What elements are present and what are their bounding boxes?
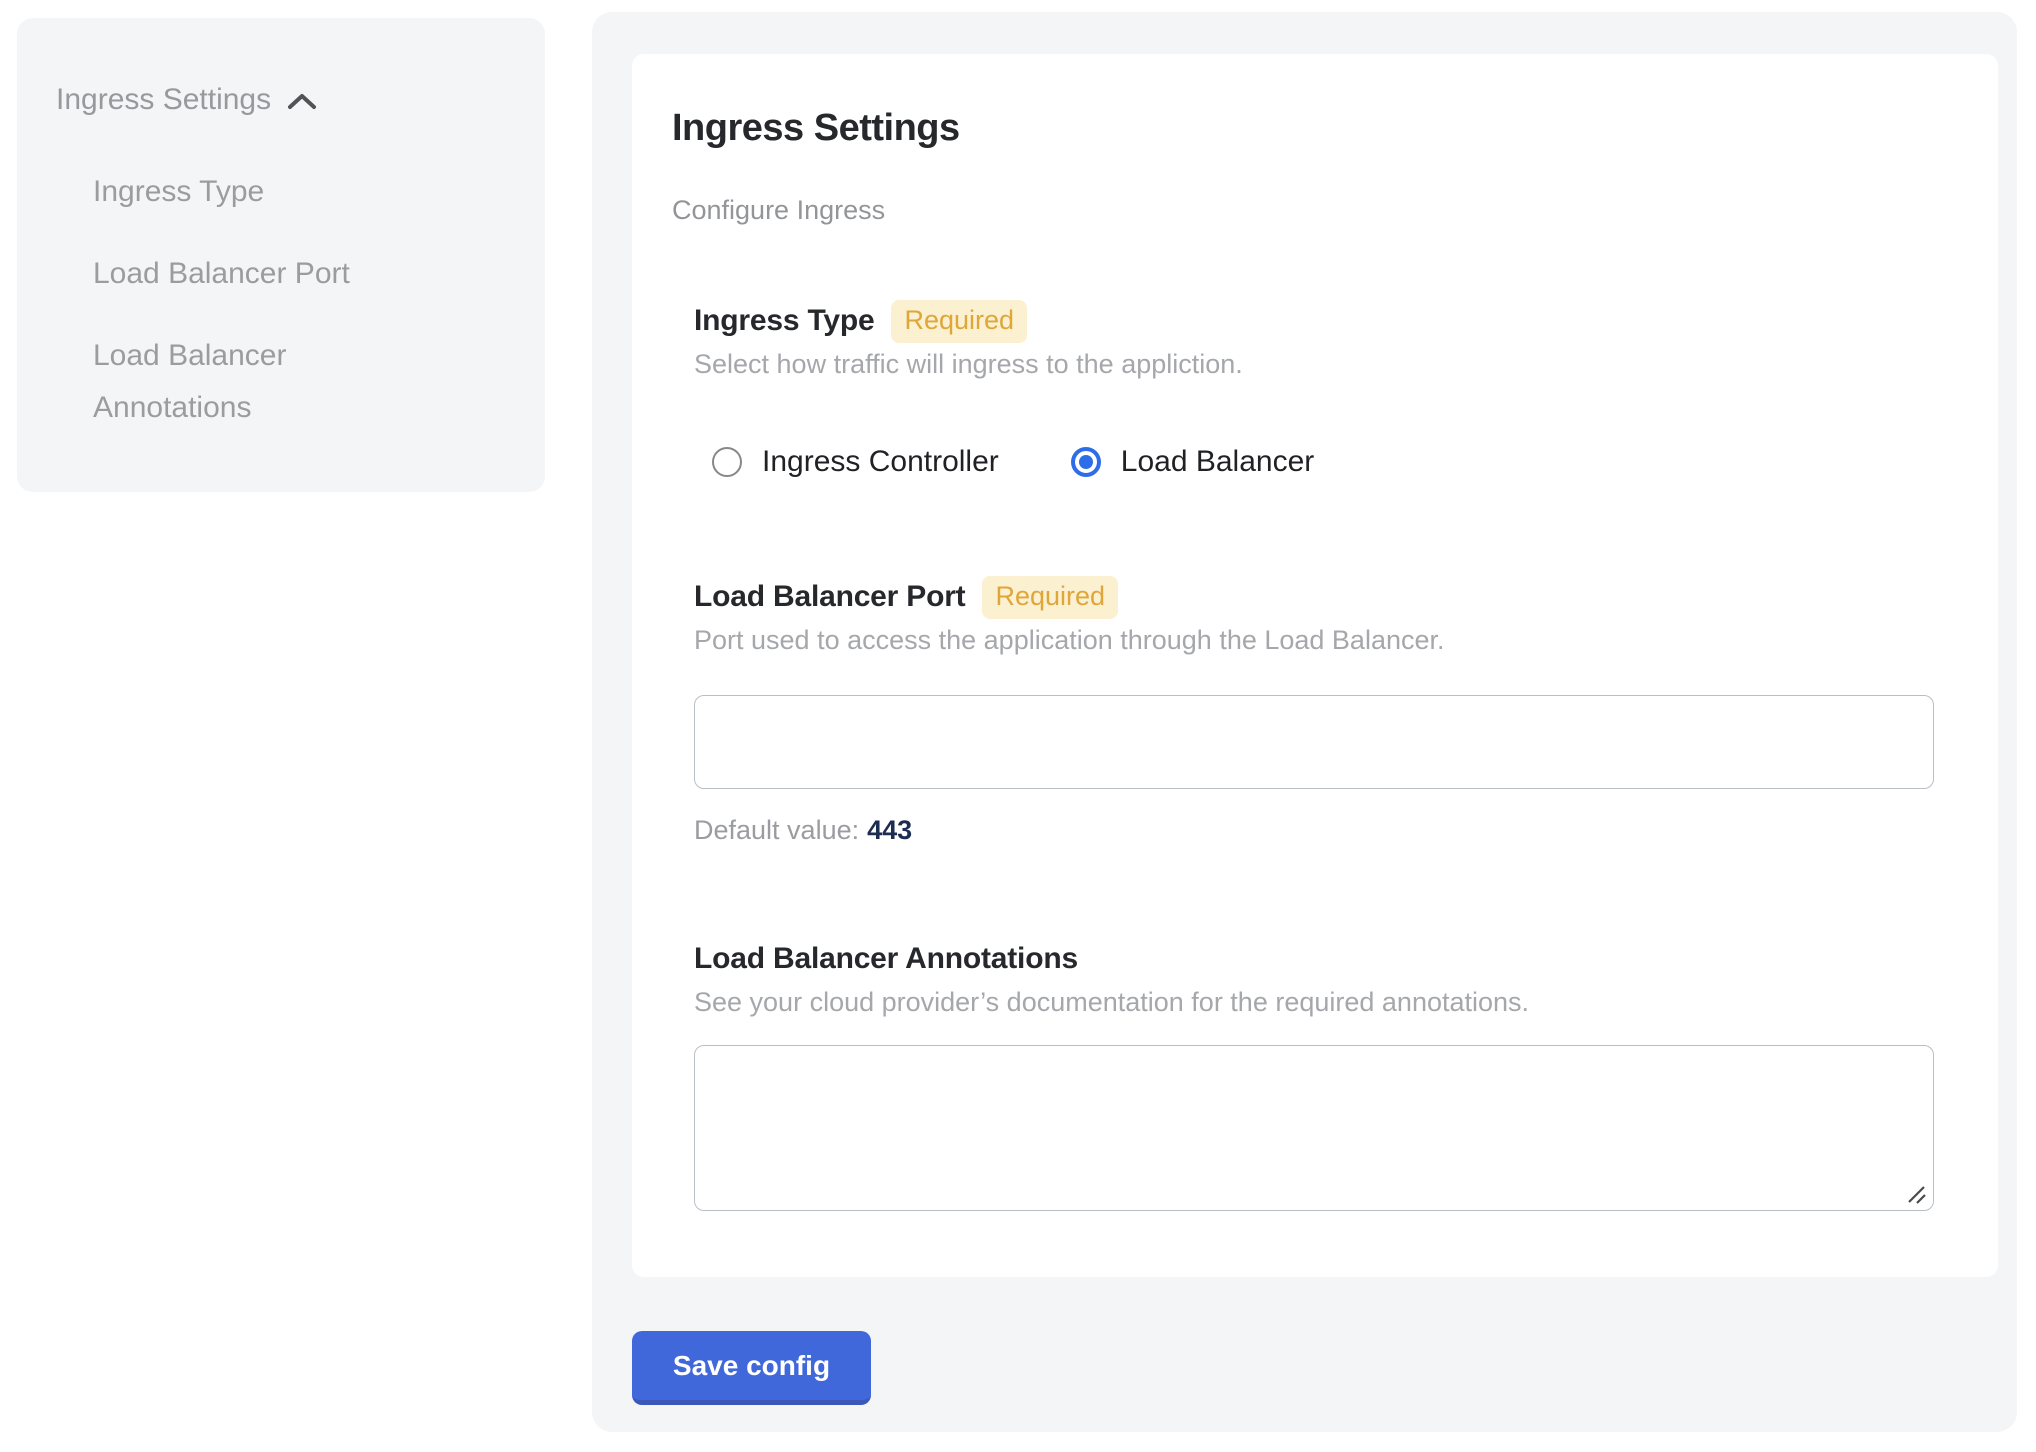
sidebar-item-load-balancer-annotations[interactable]: Load Balancer Annotations [93, 330, 403, 434]
page-subtitle: Configure Ingress [672, 192, 1998, 228]
chevron-up-icon [287, 90, 317, 110]
ingress-settings-card: Ingress Settings Configure Ingress Ingre… [632, 54, 1998, 1277]
ingress-type-label: Ingress Type [694, 304, 874, 338]
lb-annotations-label: Load Balancer Annotations [694, 942, 1078, 976]
default-value-label: Default value: [694, 815, 859, 845]
lb-port-default-row: Default value: 443 [694, 812, 1934, 848]
ingress-type-label-row: Ingress Type Required [694, 300, 1934, 342]
radio-option-load-balancer[interactable]: Load Balancer [1071, 445, 1314, 479]
lb-port-description: Port used to access the application thro… [694, 622, 1934, 658]
sidebar-section-label: Ingress Settings [56, 80, 271, 120]
lb-annotations-description: See your cloud provider’s documentation … [694, 984, 1934, 1020]
sidebar-section-ingress-settings[interactable]: Ingress Settings [56, 80, 545, 120]
default-value: 443 [867, 815, 912, 845]
settings-panel: Ingress Settings Configure Ingress Ingre… [592, 12, 2017, 1432]
lb-port-input[interactable] [694, 695, 1934, 789]
radio-button-unselected[interactable] [712, 447, 742, 477]
lb-annotations-label-row: Load Balancer Annotations [694, 938, 1934, 980]
radio-label: Load Balancer [1121, 445, 1314, 479]
lb-annotations-textarea-wrap [694, 1045, 1934, 1211]
settings-sidebar: Ingress Settings Ingress Type Load Balan… [17, 18, 545, 492]
sidebar-item-ingress-type[interactable]: Ingress Type [93, 166, 403, 218]
lb-annotations-textarea[interactable] [694, 1045, 1934, 1211]
required-badge: Required [982, 576, 1118, 619]
save-config-button[interactable]: Save config [632, 1331, 871, 1405]
sidebar-item-load-balancer-port[interactable]: Load Balancer Port [93, 248, 403, 300]
page-title: Ingress Settings [672, 106, 1998, 150]
radio-button-selected[interactable] [1071, 447, 1101, 477]
sidebar-nav-list: Ingress Type Load Balancer Port Load Bal… [93, 166, 545, 434]
radio-label: Ingress Controller [762, 445, 999, 479]
radio-option-ingress-controller[interactable]: Ingress Controller [712, 445, 999, 479]
ingress-type-radio-group: Ingress Controller Load Balancer [694, 442, 1934, 482]
required-badge: Required [891, 300, 1027, 343]
form-fields: Ingress Type Required Select how traffic… [694, 300, 1934, 1211]
ingress-type-description: Select how traffic will ingress to the a… [694, 346, 1934, 382]
lb-port-label-row: Load Balancer Port Required [694, 576, 1934, 618]
lb-port-label: Load Balancer Port [694, 580, 965, 614]
